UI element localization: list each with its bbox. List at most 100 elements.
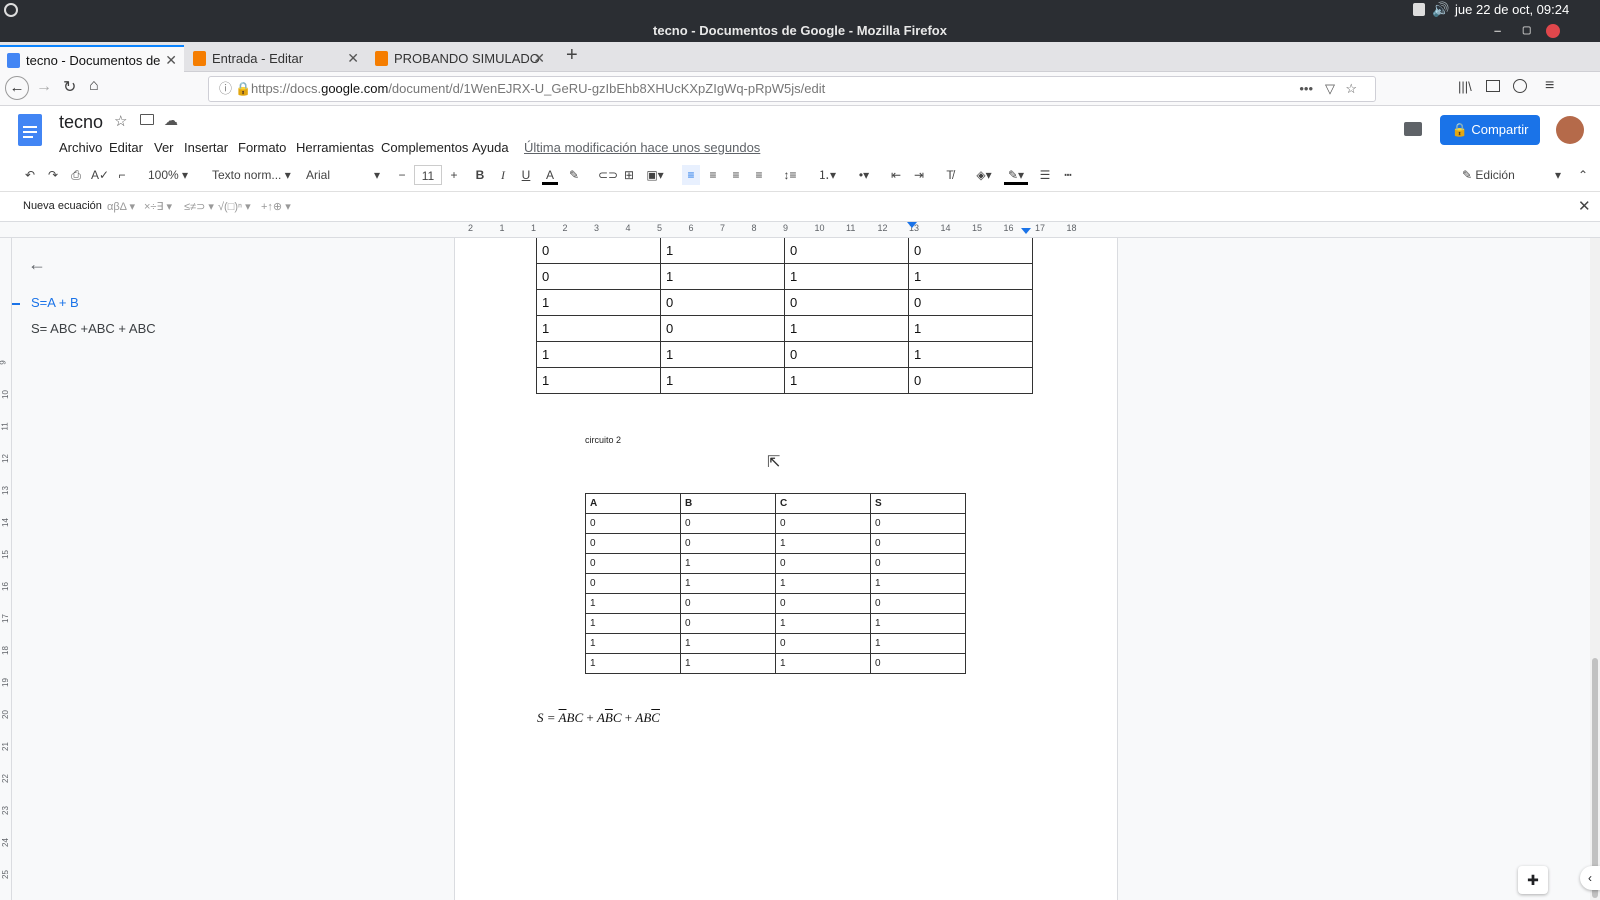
menu-icon[interactable]: ≡ bbox=[1545, 77, 1554, 95]
table-cell[interactable]: 0 bbox=[870, 653, 966, 674]
table-cell[interactable]: 1 bbox=[775, 653, 871, 674]
forward-icon[interactable]: → bbox=[36, 78, 52, 96]
table-cell[interactable]: 0 bbox=[536, 238, 661, 264]
clock[interactable]: jue 22 de oct, 09:24 bbox=[1455, 2, 1569, 17]
table-cell[interactable]: 1 bbox=[908, 341, 1033, 368]
border-width-icon[interactable]: ☰ bbox=[1037, 165, 1053, 185]
truth-table-2[interactable]: ABCS00000010010001111000101111011110 bbox=[585, 493, 966, 674]
redo-icon[interactable]: ↷ bbox=[45, 165, 61, 185]
table-cell[interactable]: 1 bbox=[660, 263, 785, 290]
close-tab-icon[interactable]: ✕ bbox=[347, 45, 359, 72]
table-cell[interactable]: 1 bbox=[775, 533, 871, 554]
table-cell[interactable]: 0 bbox=[784, 238, 909, 264]
table-header-cell[interactable]: C bbox=[775, 493, 871, 514]
table-cell[interactable]: 0 bbox=[680, 513, 776, 534]
table-cell[interactable]: 0 bbox=[680, 533, 776, 554]
table-cell[interactable]: 0 bbox=[870, 553, 966, 574]
home-icon[interactable]: ⌂ bbox=[89, 77, 99, 95]
notification-icon[interactable] bbox=[1413, 3, 1425, 16]
editing-mode-select[interactable]: ✎ Edición bbox=[1462, 165, 1542, 185]
insert-image-icon[interactable]: ▣▾ bbox=[644, 165, 666, 185]
library-icon[interactable]: |||\ bbox=[1458, 79, 1472, 94]
bookmark-star-icon[interactable]: ☆ bbox=[1345, 77, 1357, 101]
info-icon[interactable]: ⓘ bbox=[219, 77, 232, 101]
maximize-icon[interactable]: ▢ bbox=[1522, 20, 1531, 42]
table-cell[interactable]: 0 bbox=[775, 553, 871, 574]
menu-ver[interactable]: Ver bbox=[154, 140, 174, 155]
font-dropdown-icon[interactable]: ▾ bbox=[372, 165, 382, 185]
table-cell[interactable]: 0 bbox=[870, 533, 966, 554]
truth-table-1[interactable]: 010001111000101111011110 bbox=[536, 238, 1033, 394]
table-cell[interactable]: 1 bbox=[660, 341, 785, 368]
tab-tecno[interactable]: tecno - Documentos de ✕ bbox=[0, 45, 184, 72]
comment-add-icon[interactable]: ⊞ bbox=[621, 165, 637, 185]
document-title[interactable]: tecno bbox=[59, 112, 103, 133]
table-cell[interactable]: 1 bbox=[585, 593, 681, 614]
print-icon[interactable]: ⎙ bbox=[68, 165, 84, 185]
table-cell[interactable]: 0 bbox=[660, 289, 785, 316]
border-dash-icon[interactable]: ┅ bbox=[1060, 165, 1076, 185]
arrows-menu[interactable]: +↑⊕ ▾ bbox=[261, 200, 291, 213]
explore-icon[interactable]: ✚ bbox=[1518, 866, 1548, 894]
bold-icon[interactable]: B bbox=[472, 165, 488, 185]
horizontal-ruler[interactable]: 2 1 1 2 3 4 5 6 7 8 9 10 11 12 13 14 15 16 17 18 bbox=[0, 222, 1600, 238]
link-icon[interactable]: ⊂⊃ bbox=[598, 165, 618, 185]
style-select[interactable]: Texto norm... ▾ bbox=[212, 165, 292, 185]
page-actions-icon[interactable]: ••• bbox=[1299, 77, 1313, 101]
tab-entrada[interactable]: Entrada - Editar ✕ bbox=[186, 45, 366, 72]
spellcheck-icon[interactable]: A✓ bbox=[91, 165, 109, 185]
text-color-icon[interactable]: A bbox=[542, 165, 558, 185]
table-cell[interactable]: 1 bbox=[775, 613, 871, 634]
table-cell[interactable]: 0 bbox=[680, 593, 776, 614]
table-cell[interactable]: 1 bbox=[680, 553, 776, 574]
table-cell[interactable]: 0 bbox=[775, 633, 871, 654]
decrease-indent-icon[interactable]: ⇤ bbox=[888, 165, 904, 185]
share-button[interactable]: 🔒 Compartir bbox=[1440, 115, 1540, 145]
menu-formato[interactable]: Formato bbox=[238, 140, 286, 155]
table-cell[interactable]: 1 bbox=[908, 263, 1033, 290]
increase-font-size-icon[interactable]: + bbox=[446, 165, 462, 185]
table-cell[interactable]: 1 bbox=[680, 653, 776, 674]
table-cell[interactable]: 1 bbox=[536, 315, 661, 342]
mode-dropdown-icon[interactable]: ▾ bbox=[1552, 165, 1564, 185]
outline-item-2[interactable]: S= ABC +ABC + ABC bbox=[31, 321, 156, 336]
align-left-icon[interactable]: ≡ bbox=[682, 165, 700, 185]
table-cell[interactable]: 0 bbox=[536, 263, 661, 290]
volume-icon[interactable]: 🔊 bbox=[1432, 1, 1449, 18]
operators-menu[interactable]: ×÷∃ ▾ bbox=[144, 200, 172, 213]
table-cell[interactable]: 0 bbox=[908, 238, 1033, 264]
table-cell[interactable]: 1 bbox=[585, 633, 681, 654]
table-cell[interactable]: 1 bbox=[585, 653, 681, 674]
table-cell[interactable]: 1 bbox=[585, 613, 681, 634]
sidebar-icon[interactable] bbox=[1486, 80, 1500, 92]
fill-color-icon[interactable]: ◈▾ bbox=[972, 165, 996, 185]
boolean-equation[interactable]: S = ABC + ABC + ABC bbox=[537, 710, 660, 726]
star-icon[interactable]: ☆ bbox=[114, 112, 127, 130]
bulleted-list-icon[interactable]: •▾ bbox=[852, 165, 876, 185]
decrease-font-size-icon[interactable]: − bbox=[394, 165, 410, 185]
tab-probando[interactable]: PROBANDO SIMULADO ✕ bbox=[368, 45, 552, 72]
account-icon[interactable] bbox=[1513, 79, 1527, 93]
side-panel-toggle-icon[interactable]: ‹ bbox=[1580, 866, 1600, 890]
table-cell[interactable]: 0 bbox=[784, 289, 909, 316]
table-cell[interactable]: 0 bbox=[870, 513, 966, 534]
menu-complementos[interactable]: Complementos bbox=[381, 140, 468, 155]
url-bar[interactable]: ⓘ 🔒 https://docs.google.com/document/d/1… bbox=[208, 76, 1376, 102]
underline-icon[interactable]: U bbox=[518, 165, 534, 185]
close-tab-icon[interactable]: ✕ bbox=[533, 45, 545, 72]
table-cell[interactable]: 1 bbox=[660, 367, 785, 394]
zoom-select[interactable]: 100% ▾ bbox=[148, 165, 196, 185]
table-cell[interactable]: 1 bbox=[870, 633, 966, 654]
menu-ayuda[interactable]: Ayuda bbox=[472, 140, 509, 155]
close-equation-toolbar-icon[interactable]: ✕ bbox=[1578, 197, 1591, 215]
clear-formatting-icon[interactable]: T̸ bbox=[942, 165, 958, 185]
table-cell[interactable]: 0 bbox=[660, 315, 785, 342]
table-header-cell[interactable]: B bbox=[680, 493, 776, 514]
menu-herramientas[interactable]: Herramientas bbox=[296, 140, 374, 155]
table-cell[interactable]: 1 bbox=[536, 341, 661, 368]
table-cell[interactable]: 1 bbox=[870, 613, 966, 634]
numbered-list-icon[interactable]: ⒈▾ bbox=[815, 165, 839, 185]
close-outline-icon[interactable]: ← bbox=[28, 254, 46, 275]
outline-item-1[interactable]: S=A + B bbox=[31, 295, 79, 310]
new-equation-button[interactable]: Nueva ecuación bbox=[23, 200, 102, 212]
